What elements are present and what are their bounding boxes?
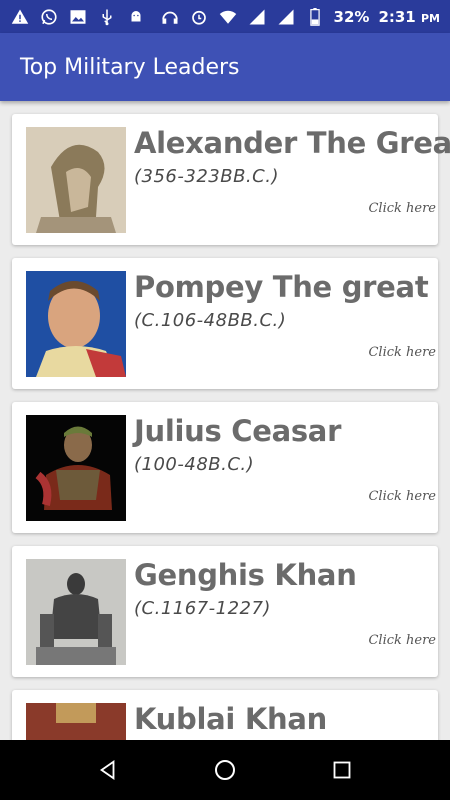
system-icons: 32% 2:31 PM [160,7,440,27]
wifi-icon [218,7,238,27]
whatsapp-icon [39,7,59,27]
leader-name: Julius Ceasar [134,414,342,448]
app-bar: Top Military Leaders [0,33,450,101]
home-button[interactable] [205,750,245,790]
leader-dates: (356-323BB.C.) [134,166,279,187]
battery-percent: 32% [333,7,370,26]
back-icon [100,760,115,780]
click-here-link[interactable]: Click here [368,489,436,504]
click-here-link[interactable]: Click here [368,345,436,360]
recents-icon [333,761,351,779]
leader-card-julius[interactable]: Julius Ceasar (100-48B.C.) Click here [12,402,438,533]
leader-card-alexander[interactable]: Alexander The Great (356-323BB.C.) Click… [12,114,450,245]
headphones-icon [160,7,180,27]
app-title: Top Military Leaders [20,54,240,80]
leader-card-kublai[interactable]: Kublai Khan [12,690,438,740]
leader-dates: (C.1167-1227) [134,598,271,619]
click-here-link[interactable]: Click here [368,201,436,216]
recents-button[interactable] [322,750,362,790]
leader-card-genghis[interactable]: Genghis Khan (C.1167-1227) Click here [12,546,438,677]
clock-time: 2:31 [378,7,416,26]
leaders-list[interactable]: Alexander The Great (356-323BB.C.) Click… [0,101,450,740]
back-button[interactable] [88,750,128,790]
android-debug-icon [126,7,146,27]
leader-dates: (100-48B.C.) [134,454,255,475]
notification-icons [10,7,146,27]
home-icon [214,760,235,780]
leader-portrait [26,703,126,740]
alarm-icon [189,7,209,27]
warning-icon [10,7,30,27]
navigation-bar [0,740,450,800]
leader-dates: (C.106-48BB.C.) [134,310,287,331]
click-here-link[interactable]: Click here [368,633,436,648]
clock-ampm: PM [420,11,440,25]
leader-name: Pompey The great [134,270,429,304]
leader-portrait [26,559,126,665]
leader-name: Alexander The Great [134,126,450,160]
leader-name: Genghis Khan [134,558,357,592]
signal-r-icon [247,7,267,27]
leader-card-pompey[interactable]: Pompey The great (C.106-48BB.C.) Click h… [12,258,438,389]
status-bar: 32% 2:31 PM [0,0,450,33]
leader-portrait [26,415,126,521]
usb-icon [97,7,117,27]
signal-icon [276,7,296,27]
leader-name: Kublai Khan [134,702,327,736]
clock: 2:31 PM [378,8,440,26]
leader-portrait [26,271,126,377]
battery-icon [305,7,325,27]
gallery-icon [68,7,88,27]
leader-portrait [26,127,126,233]
